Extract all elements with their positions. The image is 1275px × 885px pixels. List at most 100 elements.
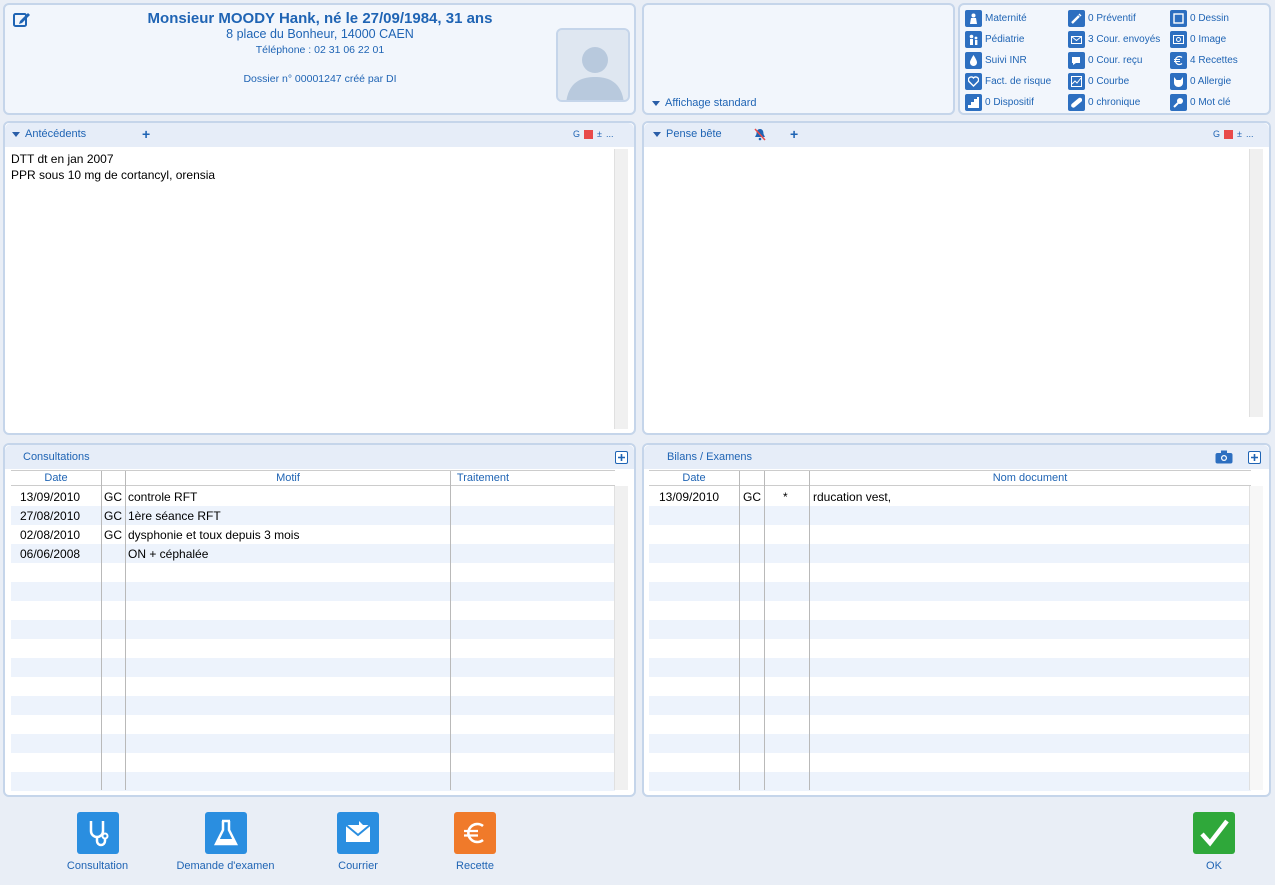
add-antecedent-button[interactable]: +	[142, 126, 150, 142]
consultations-scrollbar[interactable]	[614, 486, 628, 790]
ok-button-label: OK	[1206, 860, 1222, 872]
bilans-panel: Bilans / Examens Date Nom document 13/09…	[642, 443, 1271, 797]
antecedents-toggle[interactable]: Antécédents	[12, 128, 86, 140]
bilans-header: Bilans / Examens	[644, 445, 1269, 469]
row-motif: controle RFT	[128, 490, 198, 504]
counter-label: Maternité	[985, 13, 1027, 24]
recette-button-label: Recette	[456, 860, 494, 872]
euro-icon	[1170, 52, 1187, 69]
courrier-button[interactable]: Courrier	[320, 812, 396, 872]
counter-risque[interactable]: Fact. de risque	[965, 73, 1051, 90]
row-motif: ON + céphalée	[128, 547, 209, 561]
bilans-table: Date Nom document 13/09/2010 GC * rducation…	[649, 470, 1251, 791]
col-divider	[450, 471, 451, 790]
bell-muted-icon[interactable]	[754, 128, 766, 141]
counter-cour-recu[interactable]: 0 Cour. reçu	[1068, 52, 1142, 69]
consultations-header: Consultations	[5, 445, 634, 469]
consultation-button[interactable]: Consultation	[55, 812, 140, 872]
bilans-scrollbar[interactable]	[1249, 486, 1263, 790]
add-note-button[interactable]: +	[790, 126, 798, 142]
col-divider	[809, 471, 810, 790]
counter-dispositif[interactable]: 0 Dispositif	[965, 94, 1034, 111]
flask-icon	[204, 812, 247, 854]
counter-recettes[interactable]: 4 Recettes	[1170, 52, 1238, 69]
recette-button[interactable]: Recette	[437, 812, 513, 872]
add-bilan-icon[interactable]	[1248, 451, 1261, 464]
row-nom-document: rducation vest,	[813, 490, 892, 504]
counter-courbe[interactable]: 0 Courbe	[1068, 73, 1129, 90]
row-mark: *	[783, 490, 788, 504]
image-icon	[1170, 31, 1187, 48]
more-button[interactable]: ...	[1246, 129, 1254, 139]
counter-label: 0 Dessin	[1190, 13, 1229, 24]
row-code: GC	[743, 490, 761, 504]
patient-phone: Téléphone : 02 31 06 22 01	[255, 44, 385, 56]
consultations-table: Date Motif Traitement 13/09/2010 GC contro…	[11, 470, 615, 791]
demande-examen-button-label: Demande d'examen	[176, 860, 275, 872]
pense-bete-header: Pense bête + G ± ...	[644, 123, 1269, 147]
heart-icon	[965, 73, 982, 90]
row-date: 27/08/2010	[20, 509, 81, 523]
view-selector[interactable]: Affichage standard	[652, 97, 757, 109]
counter-label: Suivi INR	[985, 55, 1027, 66]
pense-bete-toggle[interactable]: Pense bête	[653, 128, 722, 140]
group-button[interactable]: G	[1213, 129, 1220, 139]
camera-icon[interactable]	[1215, 450, 1233, 464]
pediatric-icon	[965, 31, 982, 48]
col-date[interactable]: Date	[649, 472, 739, 484]
add-consultation-icon[interactable]	[615, 451, 628, 464]
checkmark-icon	[1193, 812, 1235, 854]
row-code: GC	[104, 528, 122, 542]
view-panel: Affichage standard	[642, 3, 955, 115]
counter-cour-envoyes[interactable]: 3 Cour. envoyés	[1068, 31, 1160, 48]
syringe-icon	[1068, 10, 1085, 27]
counter-label: Pédiatrie	[985, 34, 1025, 45]
drawing-icon	[1170, 10, 1187, 27]
col-motif[interactable]: Motif	[126, 472, 450, 484]
cat-icon	[1170, 73, 1187, 90]
counter-pediatrie[interactable]: Pédiatrie	[965, 31, 1024, 48]
col-nom-document[interactable]: Nom document	[809, 472, 1251, 484]
pense-bete-scrollbar[interactable]	[1249, 149, 1263, 417]
color-square-icon[interactable]	[584, 129, 594, 139]
stairs-icon	[965, 94, 982, 111]
col-date[interactable]: Date	[11, 472, 101, 484]
patient-header: Monsieur MOODY Hank, né le 27/09/1984, 3…	[3, 3, 636, 115]
counter-maternite[interactable]: Maternité	[965, 10, 1027, 27]
ok-button[interactable]: OK	[1190, 812, 1238, 872]
counter-label: 0 Image	[1190, 34, 1227, 45]
consultations-title: Consultations	[23, 451, 90, 463]
counter-dessin[interactable]: 0 Dessin	[1170, 10, 1229, 27]
counter-inr[interactable]: Suivi INR	[965, 52, 1027, 69]
counter-motcle[interactable]: 0 Mot clé	[1170, 94, 1231, 111]
patient-photo[interactable]	[556, 28, 630, 102]
antecedents-text[interactable]: DTT dt en jan 2007 PPR sous 10 mg de cor…	[11, 151, 215, 183]
demande-examen-button[interactable]: Demande d'examen	[168, 812, 283, 872]
counter-label: 0 chronique	[1088, 97, 1141, 108]
col-traitement[interactable]: Traitement	[451, 472, 515, 484]
antecedent-line: PPR sous 10 mg de cortancyl, orensia	[11, 168, 216, 182]
row-code: GC	[104, 490, 122, 504]
patient-dossier: Dossier n° 00001247 créé par DI	[243, 73, 397, 85]
counters-panel: Maternité Pédiatrie Suivi INR Fact. de r…	[958, 3, 1271, 115]
pense-bete-title: Pense bête	[666, 128, 722, 140]
counter-label: Fact. de risque	[985, 76, 1052, 87]
counter-allergie[interactable]: 0 Allergie	[1170, 73, 1231, 90]
counter-chronique[interactable]: 0 chronique	[1068, 94, 1140, 111]
antecedents-scrollbar[interactable]	[614, 149, 628, 429]
counter-label: 0 Allergie	[1190, 76, 1232, 87]
view-selector-label: Affichage standard	[665, 97, 757, 109]
counter-label: 0 Dispositif	[985, 97, 1034, 108]
plusminus-button[interactable]: ±	[597, 129, 602, 139]
more-button[interactable]: ...	[606, 129, 614, 139]
avatar-icon	[558, 30, 628, 100]
plusminus-button[interactable]: ±	[1237, 129, 1242, 139]
group-button[interactable]: G	[573, 129, 580, 139]
counter-preventif[interactable]: 0 Préventif	[1068, 10, 1136, 27]
row-date: 13/09/2010	[20, 490, 81, 504]
color-square-icon[interactable]	[1224, 129, 1234, 139]
row-code: GC	[104, 509, 122, 523]
row-date: 13/09/2010	[659, 490, 720, 504]
counter-image[interactable]: 0 Image	[1170, 31, 1226, 48]
collapse-triangle-icon	[12, 131, 20, 137]
